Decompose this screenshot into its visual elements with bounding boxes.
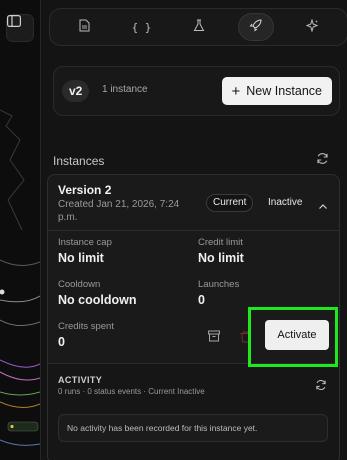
new-instance-label: New Instance xyxy=(246,84,322,98)
chevron-up-icon[interactable] xyxy=(318,197,328,215)
instance-cap-value: No limit xyxy=(58,251,104,265)
activity-title: ACTIVITY xyxy=(58,375,103,385)
sparkle-icon xyxy=(305,18,319,35)
credits-spent-value: 0 xyxy=(58,335,65,349)
status-badge: Inactive xyxy=(268,197,303,208)
instance-name: Version 2 xyxy=(58,183,112,197)
credit-limit-value: No limit xyxy=(198,251,244,265)
credit-limit-label: Credit limit xyxy=(198,237,243,248)
activity-summary: 0 runs · 0 status events · Current Inact… xyxy=(58,387,205,396)
activity-empty-state: No activity has been recorded for this i… xyxy=(58,414,328,442)
document-icon xyxy=(79,19,90,35)
launches-label: Launches xyxy=(198,279,240,290)
instance-created: Created Jan 21, 2026, 7:24 p.m. xyxy=(58,199,180,223)
workflow-canvas[interactable] xyxy=(0,0,40,460)
tool-document[interactable] xyxy=(67,13,103,41)
panel-toolbar: { } xyxy=(49,8,347,46)
version-pill: v2 xyxy=(62,80,90,102)
braces-icon: { } xyxy=(131,20,152,34)
activity-section: ACTIVITY 0 runs · 0 status events · Curr… xyxy=(48,363,339,460)
deployment-panel: { } v2 1 instance + New Instance Instanc… xyxy=(40,0,347,460)
cooldown-label: Cooldown xyxy=(58,279,101,290)
cooldown-value: No cooldown xyxy=(58,293,137,307)
instance-count: 1 instance xyxy=(102,84,148,95)
tool-json[interactable]: { } xyxy=(124,13,160,41)
canvas-edges xyxy=(0,109,40,446)
launches-value: 0 xyxy=(198,293,205,307)
new-instance-button[interactable]: + New Instance xyxy=(221,77,332,105)
instances-heading: Instances xyxy=(53,154,105,168)
stat-instance-cap: Instance cap No limit xyxy=(58,237,112,265)
flask-icon xyxy=(193,19,205,35)
stat-cooldown: Cooldown No cooldown xyxy=(58,279,136,307)
version-summary-card: v2 1 instance + New Instance xyxy=(53,66,340,116)
refresh-instances-icon[interactable] xyxy=(316,152,329,170)
rocket-icon xyxy=(249,19,262,35)
sidebar-toggle-button[interactable] xyxy=(6,14,34,42)
tool-sparkle[interactable] xyxy=(295,13,331,41)
instance-header[interactable]: Version 2 Created Jan 21, 2026, 7:24 p.m… xyxy=(48,175,339,231)
archive-icon[interactable] xyxy=(208,329,220,347)
stat-credits-spent: Credits spent 0 xyxy=(58,321,114,349)
tool-rocket[interactable] xyxy=(237,13,274,41)
current-badge: Current xyxy=(206,194,254,212)
plus-icon: + xyxy=(231,82,241,100)
refresh-activity-icon[interactable] xyxy=(315,378,327,396)
stat-launches: Launches 0 xyxy=(198,279,239,307)
activate-button[interactable]: Activate xyxy=(265,320,329,350)
tool-flask[interactable] xyxy=(181,13,217,41)
stat-credit-limit: Credit limit No limit xyxy=(198,237,244,265)
credits-spent-label: Credits spent xyxy=(58,321,114,332)
instance-cap-label: Instance cap xyxy=(58,237,112,248)
